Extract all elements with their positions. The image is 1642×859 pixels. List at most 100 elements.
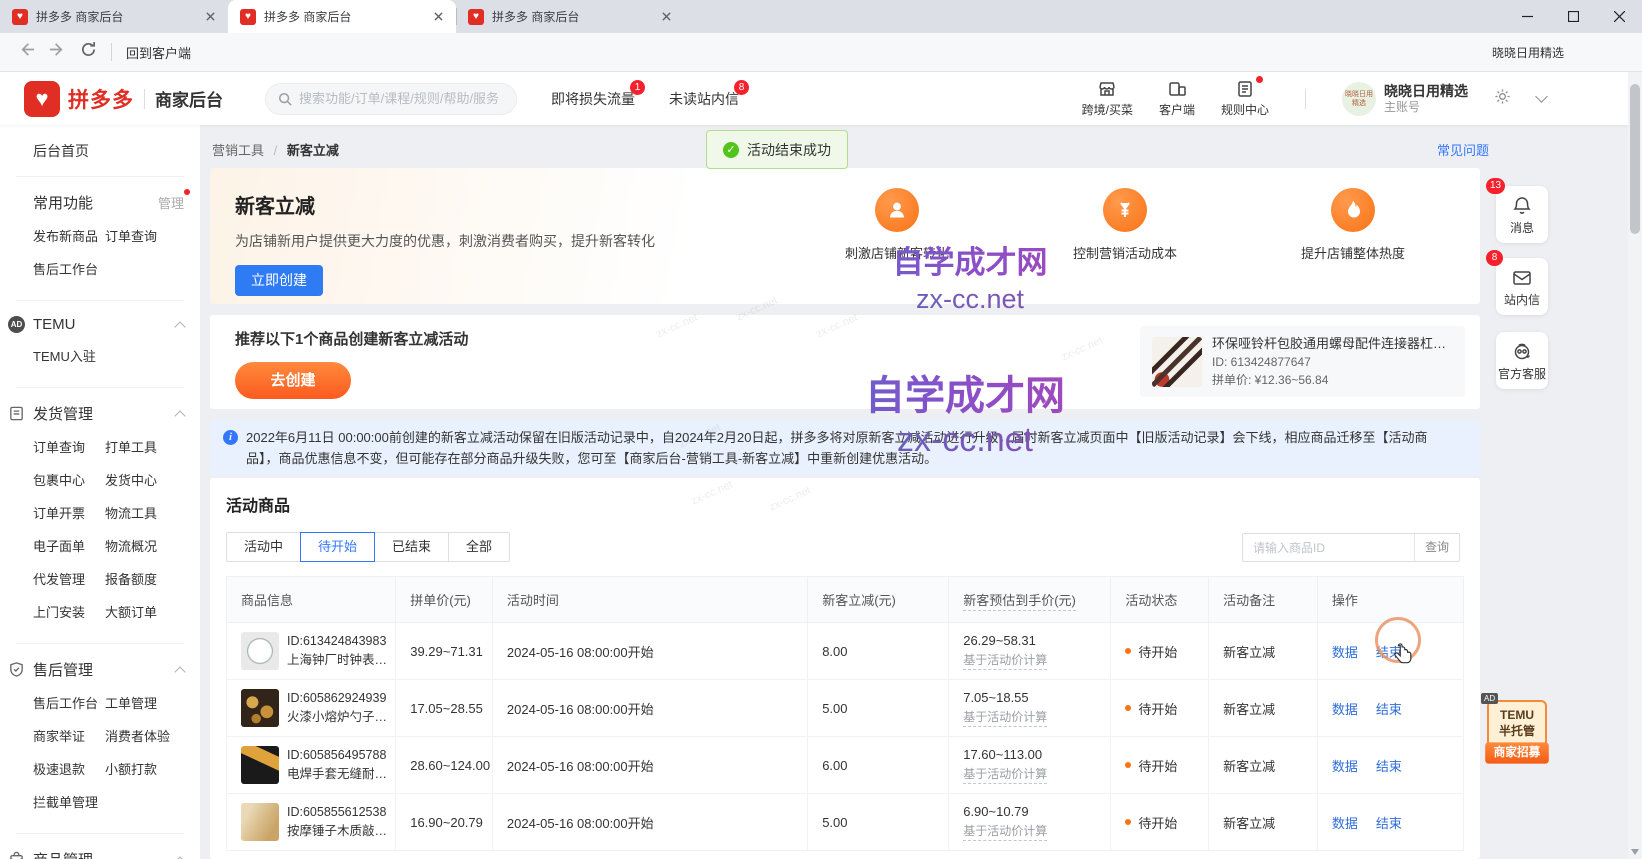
person-icon <box>875 188 919 232</box>
chevron-up-icon[interactable] <box>174 410 185 421</box>
sidebar-item[interactable]: 商家举证 <box>33 719 105 752</box>
messages-float-button[interactable]: 13 消息 <box>1496 186 1548 243</box>
sidebar-item[interactable]: 工单管理 <box>105 686 200 719</box>
forward-icon[interactable] <box>49 41 66 63</box>
scrollbar-thumb[interactable] <box>1630 84 1640 234</box>
manage-link[interactable]: 管理 <box>158 193 184 212</box>
faq-link[interactable]: 常见问题 <box>1437 140 1489 159</box>
tab-close-icon[interactable] <box>430 9 446 25</box>
data-link[interactable]: 数据 <box>1332 645 1358 660</box>
feature-new-customer: 刺激店铺新客转化 <box>797 188 997 262</box>
window-minimize-button[interactable] <box>1504 0 1550 33</box>
end-link[interactable]: 结束 <box>1376 816 1402 831</box>
tab-active-now[interactable]: 活动中 <box>226 532 301 562</box>
activity-time: 2024-05-16 08:00:00开始 <box>492 737 807 794</box>
service-label: 官方客服 <box>1498 367 1546 382</box>
hero-card: 新客立减 为店铺新用户提供更大力度的优惠，刺激消费者购买，提升新客转化 立即创建… <box>210 168 1480 304</box>
tab-all[interactable]: 全部 <box>448 532 510 562</box>
go-create-button[interactable]: 去创建 <box>235 362 351 399</box>
table-row: ID:613424843983上海钟厂时钟表客厅卧室家... 39.29~71.… <box>227 623 1464 680</box>
browser-tab-1[interactable]: ♥ 拼多多 商家后台 <box>0 0 228 33</box>
sidebar-section-temu[interactable]: AD TEMU <box>0 301 200 339</box>
settings-gear-icon[interactable] <box>1494 88 1511 110</box>
product-id-input[interactable] <box>1243 541 1414 555</box>
sidebar-section-aftersale[interactable]: 售后管理 <box>0 644 200 686</box>
official-service-float-button[interactable]: 官方客服 <box>1496 332 1548 389</box>
sidebar-item[interactable]: 订单查询 <box>33 430 105 463</box>
sidebar-item-home[interactable]: 后台首页 <box>0 125 200 161</box>
breadcrumb-parent[interactable]: 营销工具 <box>212 143 264 158</box>
back-icon[interactable] <box>18 41 35 63</box>
data-link[interactable]: 数据 <box>1332 702 1358 717</box>
sidebar-item[interactable]: 大额订单 <box>105 595 200 628</box>
sidebar-item[interactable]: 打单工具 <box>105 430 200 463</box>
cross-border-shortcut[interactable]: 跨境/买菜 <box>1082 79 1133 118</box>
scrollbar-down-arrow-icon[interactable] <box>1631 849 1639 855</box>
manage-label: 管理 <box>158 196 184 211</box>
end-link[interactable]: 结束 <box>1376 702 1402 717</box>
tab-pending-start[interactable]: 待开始 <box>300 532 375 562</box>
temu-ad-line3: 商家招募 <box>1485 742 1549 763</box>
sidebar-item[interactable]: 售后工作台 <box>33 252 105 285</box>
tab-close-icon[interactable] <box>202 9 218 25</box>
account-chevron-down-icon[interactable] <box>1535 90 1548 103</box>
sidebar-item[interactable]: 订单查询 <box>105 219 200 252</box>
data-link[interactable]: 数据 <box>1332 759 1358 774</box>
client-app-shortcut[interactable]: 客户端 <box>1159 79 1195 118</box>
product-image <box>241 632 279 670</box>
browser-tab-2-active[interactable]: ♥ 拼多多 商家后台 <box>228 0 456 33</box>
sidebar-section-goods[interactable]: 商品管理 <box>0 834 200 859</box>
sidebar-item[interactable]: 售后工作台 <box>33 686 105 719</box>
recommend-card: 推荐以下1个商品创建新客立减活动 去创建 环保哑铃杆包胶通用螺母配件连接器杠铃家… <box>210 315 1480 409</box>
upgrade-notice-banner: i 2022年6月11日 00:00:00前创建的新客立减活动保留在旧版活动记录… <box>210 420 1480 476</box>
sidebar-item[interactable]: 报备额度 <box>105 562 200 595</box>
devices-icon <box>1167 79 1187 99</box>
end-link[interactable]: 结束 <box>1376 759 1402 774</box>
global-search-input[interactable] <box>299 91 504 106</box>
section-title: 常用功能 <box>33 192 93 213</box>
temu-ad-banner[interactable]: AD TEMU 半托管 商家招募 <box>1487 700 1547 763</box>
sidebar-item[interactable]: 代发管理 <box>33 562 105 595</box>
pinduoduo-logo-icon[interactable]: ♥ <box>24 81 60 117</box>
data-link[interactable]: 数据 <box>1332 816 1358 831</box>
sidebar-item[interactable]: 拦截单管理 <box>33 785 105 818</box>
loss-traffic-badge: 1 <box>630 80 645 95</box>
sidebar-item[interactable]: 物流概况 <box>105 529 200 562</box>
table-header-row: 商品信息 拼单价(元) 活动时间 新客立减(元) 新客预估到手价(元) 活动状态… <box>227 577 1464 623</box>
tab-ended[interactable]: 已结束 <box>374 532 449 562</box>
group-price: 28.60~124.00 <box>396 737 493 794</box>
inbox-badge: 8 <box>1486 250 1503 266</box>
window-maximize-button[interactable] <box>1550 0 1596 33</box>
unread-mail-link[interactable]: 未读站内信 8 <box>669 89 739 109</box>
loss-traffic-link[interactable]: 即将损失流量 1 <box>551 89 635 109</box>
sidebar-item[interactable]: 上门安装 <box>33 595 105 628</box>
sidebar-item[interactable]: 发布新商品 <box>33 219 105 252</box>
sidebar-item[interactable]: 极速退款 <box>33 752 105 785</box>
sidebar-section-shipping[interactable]: 发货管理 <box>0 388 200 430</box>
product-id-search[interactable]: 查询 <box>1242 533 1460 562</box>
global-search[interactable] <box>265 83 517 115</box>
back-to-client-link[interactable]: 回到客户端 <box>126 43 191 62</box>
chevron-up-icon[interactable] <box>174 321 185 332</box>
reload-icon[interactable] <box>80 41 97 63</box>
sidebar-item[interactable]: 消费者体验 <box>105 719 200 752</box>
sidebar-item[interactable]: 小额打款 <box>105 752 200 785</box>
inbox-float-button[interactable]: 8 站内信 <box>1496 258 1548 315</box>
browser-tab-3[interactable]: ♥ 拼多多 商家后台 <box>456 0 684 33</box>
chevron-up-icon[interactable] <box>174 666 185 677</box>
window-close-button[interactable] <box>1596 0 1642 33</box>
rule-center-shortcut[interactable]: 规则中心 <box>1221 79 1269 118</box>
sidebar-item[interactable]: TEMU入驻 <box>33 339 105 372</box>
create-now-button[interactable]: 立即创建 <box>235 265 323 296</box>
tab-close-icon[interactable] <box>658 9 674 25</box>
sidebar-item[interactable]: 包裹中心 <box>33 463 105 496</box>
sidebar-item[interactable]: 订单开票 <box>33 496 105 529</box>
query-button[interactable]: 查询 <box>1414 534 1459 561</box>
sidebar-item[interactable]: 物流工具 <box>105 496 200 529</box>
rule-center-label: 规则中心 <box>1221 101 1269 118</box>
account-area[interactable]: 晓晓日用 精选 晓晓日用精选 主账号 <box>1342 82 1468 116</box>
page-scrollbar[interactable] <box>1628 72 1642 859</box>
sidebar-item[interactable]: 电子面单 <box>33 529 105 562</box>
recommended-product-card[interactable]: 环保哑铃杆包胶通用螺母配件连接器杠铃家用... ID: 613424877647… <box>1140 326 1465 397</box>
sidebar-item[interactable]: 发货中心 <box>105 463 200 496</box>
